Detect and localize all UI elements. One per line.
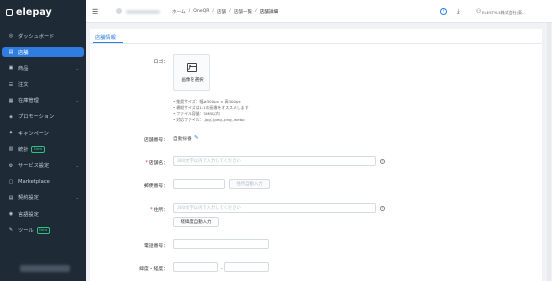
sidebar-item-dashboard[interactable]: ◎ ダッシュボード [2, 31, 84, 41]
chevron-down-icon: ⌄ [75, 65, 79, 71]
product-icon: ▣ [8, 65, 14, 72]
contract-icon: ▤ [8, 194, 14, 201]
menu-toggle-icon[interactable]: ☰ [92, 8, 98, 16]
help-icon[interactable]: ? [440, 7, 447, 15]
chevron-down-icon: ⌄ [75, 98, 79, 104]
tool-icon: ✎ [8, 227, 14, 234]
download-icon[interactable]: ⤓ [457, 8, 460, 16]
sidebar-item-label: 統計 [18, 146, 29, 153]
sidebar-item-stats[interactable]: ▥ 統計 New [2, 144, 84, 154]
image-icon [187, 63, 197, 72]
sidebar-item-label: 言語設定 [18, 211, 39, 218]
info-icon[interactable]: i [380, 205, 385, 211]
postal-code-label: 郵便番号： [143, 184, 168, 189]
breadcrumb: ホーム / OneQR / 店舗 / 店舗一覧 / 店舗詳細 [172, 9, 278, 15]
info-icon[interactable]: i [380, 158, 385, 164]
dashboard-icon: ◎ [8, 33, 14, 39]
user-icon[interactable]: ⚇ [476, 8, 481, 15]
order-icon: ☰ [8, 81, 14, 88]
sidebar-item-campaign[interactable]: ✦ キャンペーン [2, 128, 84, 138]
sidebar-item-tool[interactable]: ✎ ツール New [2, 225, 84, 235]
breadcrumb-store[interactable]: 店舗 [217, 9, 226, 15]
store-number-label: 店舗番号： [143, 138, 168, 143]
sidebar-item-contract[interactable]: ▤ 契約設定 ⌄ [2, 193, 84, 203]
inventory-icon: ▦ [8, 97, 14, 104]
sidebar-item-service-settings[interactable]: ⚙ サービス設定 ⌄ [2, 161, 84, 171]
logo-label: ロゴ： [153, 60, 168, 65]
brand-name: elepay [16, 6, 52, 18]
sidebar-item-language[interactable]: ◉ 言語設定 [2, 209, 84, 219]
sidebar-item-store[interactable]: ▤ 店舗 [2, 47, 84, 58]
store-detail-card: 店舗情報 ロゴ： 画像を選択 推奨サイズ：幅≥300px × 高300px 横縦… [90, 29, 542, 281]
breadcrumb-store-list[interactable]: 店舗一覧 [234, 9, 252, 15]
postal-autofill-button[interactable]: 住所自動入力 [229, 179, 270, 189]
store-icon: ▤ [8, 49, 14, 56]
breadcrumb-separator: / [188, 8, 191, 14]
sidebar: elepay ◎ ダッシュボード ▤ 店舗 ▣ 商品 ⌄ ☰ 注文 ▦ 在庫管理… [0, 0, 86, 281]
shop-name-blurred[interactable] [126, 9, 160, 14]
address-input[interactable] [173, 203, 376, 213]
phone-label: 電話番号： [143, 244, 168, 249]
sidebar-item-inventory[interactable]: ▦ 在庫管理 ⌄ [2, 96, 84, 106]
account-info-blurred[interactable] [20, 265, 70, 272]
latlng-autofill-button[interactable]: 経緯度自動入力 [173, 217, 219, 227]
marketplace-icon: ▢ [8, 178, 14, 185]
sidebar-item-label: Marketplace [18, 178, 50, 185]
latlng-label: 緯度・経度： [139, 267, 168, 272]
store-number-value: 自動採番 [173, 137, 192, 142]
new-badge: New [31, 146, 45, 153]
sidebar-item-label: 商品 [18, 65, 29, 72]
brand-mark-icon [6, 8, 13, 16]
tab-divider [90, 43, 542, 44]
longitude-input[interactable] [224, 262, 269, 272]
edit-icon[interactable]: ✎ [194, 135, 199, 141]
breadcrumb-separator: / [255, 8, 257, 14]
sidebar-item-label: キャンペーン [18, 130, 49, 137]
account-name[interactable]: ELESTYLE株式会社(東... [482, 10, 526, 16]
language-icon: ◉ [8, 211, 14, 218]
sidebar-item-product[interactable]: ▣ 商品 ⌄ [2, 63, 84, 73]
breadcrumb-home[interactable]: ホーム [172, 9, 186, 15]
logo-upload-box[interactable]: 画像を選択 [173, 54, 210, 91]
store-name-input[interactable] [173, 156, 376, 166]
sidebar-item-marketplace[interactable]: ▢ Marketplace [2, 177, 84, 187]
scrollbar[interactable] [547, 23, 551, 281]
select-image-label: 画像を選択 [181, 78, 204, 83]
sidebar-item-promotion[interactable]: ◈ プロモーション [2, 112, 84, 122]
top-header: ☰ ホーム / OneQR / 店舗 / 店舗一覧 / 店舗詳細 ? ⤓ ⚇ E… [86, 0, 552, 23]
sidebar-item-label: 店舗 [18, 49, 29, 56]
chevron-down-icon: ⌄ [75, 195, 79, 201]
breadcrumb-separator: / [212, 8, 214, 14]
campaign-icon: ✦ [8, 130, 14, 137]
postal-code-input[interactable] [173, 179, 225, 189]
store-name-label: *店舗名： [145, 161, 168, 166]
sidebar-item-label: ダッシュボード [18, 33, 55, 40]
stats-icon: ▥ [8, 146, 14, 153]
latitude-input[interactable] [173, 262, 218, 272]
breadcrumb-oneqr[interactable]: OneQR [193, 9, 209, 15]
sidebar-item-label: ツール [18, 227, 34, 234]
promotion-icon: ◈ [9, 113, 13, 120]
shop-avatar[interactable] [116, 8, 122, 14]
chevron-down-icon: ⌄ [75, 163, 79, 168]
breadcrumb-store-detail: 店舗詳細 [259, 9, 279, 15]
logo-requirements: 推奨サイズ：幅≥300px × 高300px 横縦サイズは1:1の画像をオススメ… [173, 99, 249, 123]
service-settings-icon: ⚙ [8, 162, 14, 169]
latlng-separator: - [221, 266, 223, 272]
sidebar-item-order[interactable]: ☰ 注文 [2, 80, 84, 90]
sidebar-item-label: プロモーション [18, 114, 55, 121]
note-item: 横縦サイズは1:1の画像をオススメします [173, 105, 248, 111]
sidebar-nav: ◎ ダッシュボード ▤ 店舗 ▣ 商品 ⌄ ☰ 注文 ▦ 在庫管理 ⌄ ◈ プロ… [0, 31, 86, 235]
sidebar-item-label: 注文 [18, 82, 29, 89]
sidebar-item-label: サービス設定 [18, 163, 50, 169]
breadcrumb-separator: / [229, 8, 231, 14]
tab-store-info[interactable]: 店舗情報 [95, 34, 116, 41]
new-badge: New [36, 226, 50, 234]
phone-input[interactable] [173, 239, 269, 249]
sidebar-item-label: 契約設定 [18, 195, 39, 202]
address-label: *住所： [150, 208, 168, 213]
brand-logo[interactable]: elepay [0, 0, 86, 24]
note-item: 対応ファイル：.jpg,.jpeg,.png,.webp [173, 117, 249, 123]
sidebar-item-label: 在庫管理 [18, 98, 39, 105]
